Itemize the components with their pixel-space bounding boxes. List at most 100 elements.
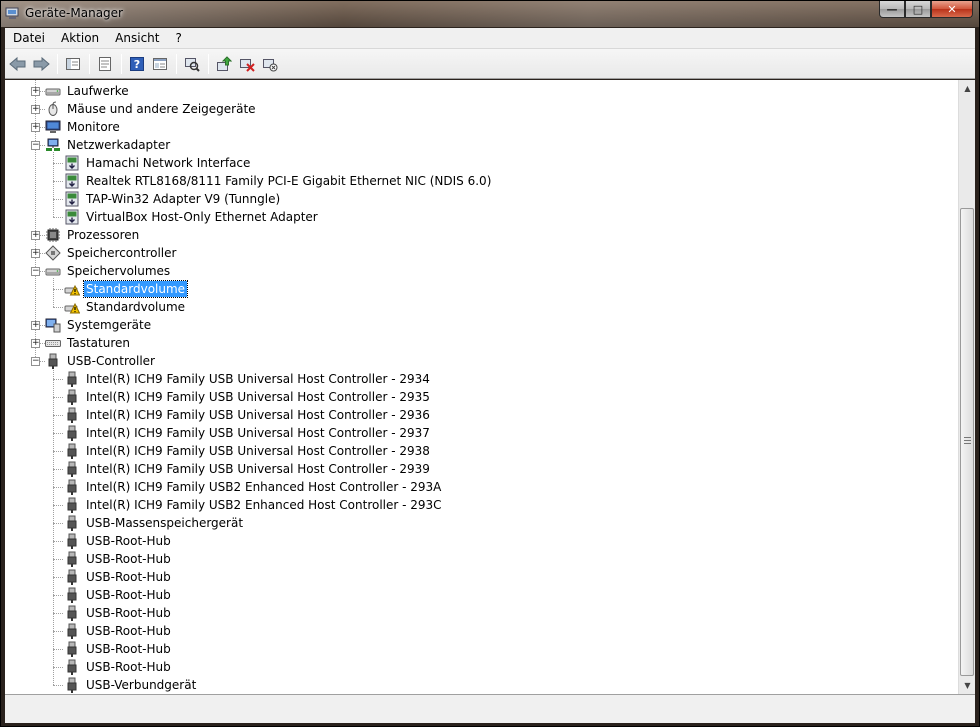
- tree-device[interactable]: Intel(R) ICH9 Family USB Universal Host …: [64, 370, 432, 388]
- tree-device[interactable]: USB-Root-Hub: [64, 532, 173, 550]
- tree-connector-line: [53, 505, 63, 506]
- disable-device-button[interactable]: [259, 53, 281, 75]
- tree-item-label: Intel(R) ICH9 Family USB Universal Host …: [86, 408, 430, 422]
- forward-button[interactable]: [30, 53, 52, 75]
- collapse-icon[interactable]: −: [31, 141, 40, 150]
- tree-device[interactable]: USB-Root-Hub: [64, 568, 173, 586]
- tree-device[interactable]: Intel(R) ICH9 Family USB2 Enhanced Host …: [64, 496, 444, 514]
- scrollbar-thumb[interactable]: [960, 208, 974, 676]
- tree-item-label: USB-Root-Hub: [86, 624, 171, 638]
- usb-icon: [67, 587, 77, 603]
- usb-icon: [48, 353, 58, 369]
- tree-category[interactable]: Speichervolumes: [45, 262, 172, 280]
- tree-device[interactable]: Standardvolume: [64, 298, 187, 316]
- expand-icon[interactable]: +: [31, 321, 40, 330]
- scrollbar-grip-icon: [964, 437, 971, 444]
- expand-icon[interactable]: +: [31, 87, 40, 96]
- tree-device[interactable]: Intel(R) ICH9 Family USB Universal Host …: [64, 460, 432, 478]
- tree-device[interactable]: USB-Massenspeichergerät: [64, 514, 245, 532]
- vertical-scrollbar[interactable]: ▲ ▼: [958, 80, 975, 694]
- menu-aktion[interactable]: Aktion: [53, 28, 107, 49]
- expand-icon[interactable]: +: [31, 123, 40, 132]
- tree-category[interactable]: USB-Controller: [45, 352, 157, 370]
- usb-icon: [67, 407, 77, 423]
- keyboard-icon: [45, 340, 61, 347]
- tree-item-label: USB-Root-Hub: [86, 606, 171, 620]
- tree-connector-line: [53, 541, 63, 542]
- tree-category[interactable]: Laufwerke: [45, 82, 131, 100]
- tree-device[interactable]: Standardvolume: [64, 280, 189, 298]
- view-icon: [153, 57, 167, 70]
- tree-device[interactable]: Hamachi Network Interface: [64, 154, 252, 172]
- scroll-up-arrow-icon[interactable]: ▲: [959, 80, 976, 97]
- tree-device[interactable]: USB-Root-Hub: [64, 640, 173, 658]
- menu-bar: Datei Aktion Ansicht ?: [5, 28, 975, 49]
- tree-device[interactable]: USB-Root-Hub: [64, 550, 173, 568]
- network-icon: [46, 138, 60, 151]
- tree-device[interactable]: Intel(R) ICH9 Family USB Universal Host …: [64, 442, 432, 460]
- scan-hardware-button[interactable]: [181, 53, 203, 75]
- tree-device[interactable]: USB-Verbundgerät: [64, 676, 198, 694]
- expand-icon[interactable]: +: [31, 105, 40, 114]
- tree-connector-line: [53, 152, 54, 217]
- usb-icon: [67, 479, 77, 495]
- usb-icon: [67, 677, 77, 693]
- tree-device[interactable]: TAP-Win32 Adapter V9 (Tunngle): [64, 190, 282, 208]
- uninstall-button[interactable]: [236, 53, 258, 75]
- help-button[interactable]: ?: [126, 53, 148, 75]
- tree-item-label: USB-Root-Hub: [86, 642, 171, 656]
- menu-ansicht[interactable]: Ansicht: [107, 28, 167, 49]
- volume-warning-icon: [64, 284, 80, 296]
- tree-category[interactable]: Netzwerkadapter: [45, 136, 172, 154]
- tree-connector-line: [53, 685, 63, 686]
- tree-connector-line: [53, 649, 63, 650]
- tree-category[interactable]: Monitore: [45, 118, 122, 136]
- update-driver-icon: [217, 55, 232, 71]
- collapse-icon[interactable]: −: [31, 357, 40, 366]
- network-adapter-icon: [65, 155, 79, 171]
- tree-device[interactable]: USB-Root-Hub: [64, 658, 173, 676]
- expand-icon[interactable]: +: [31, 339, 40, 348]
- menu-help[interactable]: ?: [167, 28, 189, 49]
- tree-device[interactable]: Intel(R) ICH9 Family USB2 Enhanced Host …: [64, 478, 443, 496]
- tree-category[interactable]: Mäuse und andere Zeigegeräte: [45, 100, 258, 118]
- tree-category[interactable]: Tastaturen: [45, 334, 132, 352]
- tree-category[interactable]: Speichercontroller: [45, 244, 178, 262]
- properties-button[interactable]: [94, 53, 116, 75]
- tree-device[interactable]: Realtek RTL8168/8111 Family PCI-E Gigabi…: [64, 172, 493, 190]
- menu-datei[interactable]: Datei: [5, 28, 53, 49]
- tree-connector-line: [53, 217, 63, 218]
- tree-category[interactable]: Prozessoren: [45, 226, 141, 244]
- tree-device[interactable]: VirtualBox Host-Only Ethernet Adapter: [64, 208, 320, 226]
- tree-item-label: Intel(R) ICH9 Family USB2 Enhanced Host …: [86, 498, 442, 512]
- tree-connector-line: [53, 559, 63, 560]
- expand-icon[interactable]: +: [31, 231, 40, 240]
- show-hide-tree-button[interactable]: [62, 53, 84, 75]
- usb-icon: [67, 389, 77, 405]
- scroll-down-arrow-icon[interactable]: ▼: [959, 677, 976, 694]
- tree-item-label: Intel(R) ICH9 Family USB Universal Host …: [86, 426, 430, 440]
- tree-item-label: USB-Root-Hub: [86, 570, 171, 584]
- device-tree-view[interactable]: + Laufwerke + Mäuse und andere Zeigegeräte +…: [5, 80, 958, 694]
- tree-item-label: Intel(R) ICH9 Family USB Universal Host …: [86, 462, 430, 476]
- collapse-icon[interactable]: −: [31, 267, 40, 276]
- tree-device[interactable]: USB-Root-Hub: [64, 622, 173, 640]
- view-button[interactable]: [149, 53, 171, 75]
- tree-device[interactable]: Intel(R) ICH9 Family USB Universal Host …: [64, 424, 432, 442]
- expand-icon[interactable]: +: [31, 249, 40, 258]
- drive-icon: [45, 268, 61, 276]
- close-button[interactable]: ✕: [931, 1, 973, 18]
- tree-device[interactable]: USB-Root-Hub: [64, 586, 173, 604]
- maximize-button[interactable]: □: [905, 1, 931, 18]
- update-driver-button[interactable]: [213, 53, 235, 75]
- tree-device[interactable]: Intel(R) ICH9 Family USB Universal Host …: [64, 406, 432, 424]
- minimize-button[interactable]: —: [879, 1, 905, 18]
- back-button[interactable]: [7, 53, 29, 75]
- title-bar[interactable]: Geräte-Manager — □ ✕: [1, 1, 979, 27]
- tree-item-label: USB-Massenspeichergerät: [86, 516, 244, 530]
- tree-device[interactable]: USB-Root-Hub: [64, 604, 173, 622]
- tree-device[interactable]: Intel(R) ICH9 Family USB Universal Host …: [64, 388, 432, 406]
- usb-icon: [67, 551, 77, 567]
- tree-category[interactable]: Systemgeräte: [45, 316, 153, 334]
- usb-icon: [67, 605, 77, 621]
